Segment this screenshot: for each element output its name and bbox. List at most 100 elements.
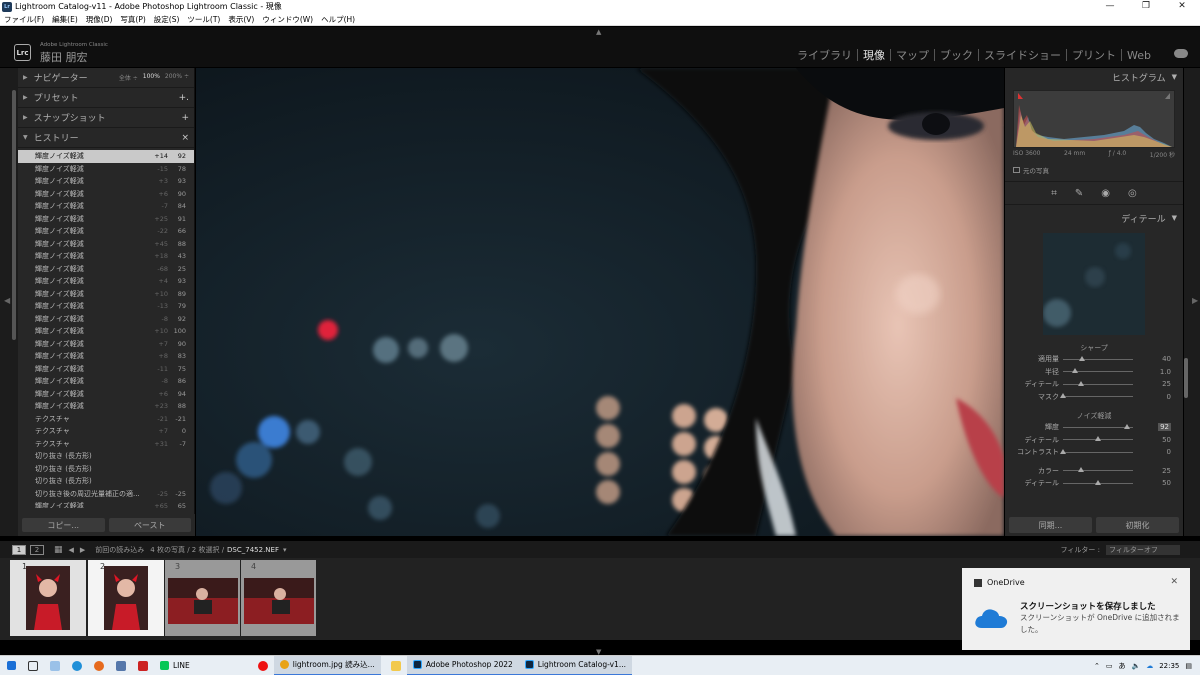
history-item[interactable]: 輝度ノイズ軽減 -11 75: [18, 363, 194, 376]
history-item[interactable]: 輝度ノイズ軽減 +8 83: [18, 350, 194, 363]
notification-center-icon[interactable]: ▤: [1185, 662, 1192, 670]
module-map[interactable]: マップ: [891, 47, 934, 63]
slider-handle[interactable]: [1060, 448, 1066, 454]
history-item[interactable]: 輝度ノイズ軽減 +7 90: [18, 338, 194, 351]
taskbar-chrome[interactable]: lightroom.jpg 読み込...: [273, 655, 381, 675]
minimize-button[interactable]: —: [1092, 0, 1128, 13]
feather-app-icon[interactable]: [110, 656, 132, 675]
slider-track[interactable]: [1060, 393, 1133, 399]
acrobat-icon[interactable]: [132, 656, 154, 675]
detail-preview[interactable]: [1043, 233, 1145, 335]
page-2-button[interactable]: 2: [30, 544, 44, 555]
notepad-icon[interactable]: [44, 656, 66, 675]
ime-icon[interactable]: あ: [1118, 661, 1125, 671]
cloud-sync-icon[interactable]: [1174, 49, 1188, 58]
close-button[interactable]: ✕: [1164, 0, 1200, 13]
filmstrip-thumb[interactable]: 1: [10, 560, 86, 636]
crop-icon[interactable]: ⌗: [1051, 188, 1057, 199]
slider-handle[interactable]: [1060, 393, 1066, 399]
history-item[interactable]: 輝度ノイズ軽減 +45 88: [18, 238, 194, 251]
original-photo-toggle[interactable]: 元の写真: [1013, 165, 1175, 175]
grid-icon[interactable]: ▦: [54, 545, 63, 555]
network-icon[interactable]: ▭: [1106, 662, 1113, 670]
history-item[interactable]: テクスチャ +7 0: [18, 425, 194, 438]
zoom-fit[interactable]: 全体 ÷: [119, 73, 138, 82]
reset-button[interactable]: 初期化: [1096, 517, 1179, 533]
slider-handle[interactable]: [1071, 368, 1078, 374]
slider-value[interactable]: 50: [1162, 436, 1171, 444]
copy-button[interactable]: コピー...: [22, 518, 105, 532]
masking-icon[interactable]: ◎: [1128, 188, 1137, 199]
slider-handle[interactable]: [1124, 423, 1131, 429]
menu-help[interactable]: ヘルプ(H): [317, 14, 359, 25]
history-item[interactable]: 輝度ノイズ軽減 +10 89: [18, 288, 194, 301]
filmstrip-thumb[interactable]: 3: [165, 560, 240, 636]
slider-handle[interactable]: [1077, 467, 1084, 473]
restore-button[interactable]: ❐: [1128, 0, 1164, 13]
start-icon[interactable]: [0, 656, 22, 675]
filter-select[interactable]: フィルターオフ: [1106, 544, 1180, 555]
slider-handle[interactable]: [1078, 355, 1085, 361]
slider-value[interactable]: 92: [1158, 423, 1171, 432]
menu-edit[interactable]: 編集(E): [48, 14, 82, 25]
presets-header[interactable]: ▶ プリセット +.: [18, 88, 194, 108]
history-item[interactable]: 輝度ノイズ軽減 +14 92: [18, 150, 194, 163]
filmstrip-thumb-selected[interactable]: 2: [88, 560, 164, 636]
history-item[interactable]: 輝度ノイズ軽減 +6 94: [18, 388, 194, 401]
close-icon[interactable]: ✕: [1170, 577, 1178, 587]
histogram-header[interactable]: ヒストグラム ▼: [1005, 68, 1183, 86]
red-eye-icon[interactable]: ◉: [1101, 188, 1110, 199]
slider-track[interactable]: [1063, 368, 1133, 374]
top-panel-toggle-icon[interactable]: ▲: [596, 28, 601, 36]
file-name[interactable]: DSC_7452.NEF: [227, 546, 279, 554]
volume-icon[interactable]: 🔈: [1131, 662, 1140, 670]
photo-canvas[interactable]: [196, 68, 1004, 536]
history-item[interactable]: テクスチャ +31 -7: [18, 438, 194, 451]
history-item[interactable]: 輝度ノイズ軽減 -8 86: [18, 375, 194, 388]
clear-history-button[interactable]: ×: [181, 133, 189, 143]
history-item[interactable]: 輝度ノイズ軽減 -8 92: [18, 313, 194, 326]
navigator-header[interactable]: ▶ ナビゲーター 全体 ÷ 100% 200% ÷: [18, 68, 194, 88]
onedrive-tray-icon[interactable]: ☁: [1146, 662, 1153, 670]
histogram-graph[interactable]: [1013, 90, 1175, 148]
back-arrow-icon[interactable]: ◀: [69, 546, 74, 554]
onedrive-notification[interactable]: OneDrive ✕ スクリーンショットを保存しました スクリーンショットが O…: [962, 568, 1190, 650]
history-item[interactable]: 切り抜き (長方形): [18, 450, 194, 463]
sync-button[interactable]: 同期...: [1009, 517, 1092, 533]
menu-window[interactable]: ウィンドウ(W): [258, 14, 317, 25]
module-book[interactable]: ブック: [935, 47, 978, 63]
explorer-icon[interactable]: [385, 656, 407, 675]
left-panel-toggle-icon[interactable]: ◀: [4, 296, 10, 305]
module-print[interactable]: プリント: [1067, 47, 1121, 63]
history-item[interactable]: 切り抜き (長方形): [18, 475, 194, 488]
page-1-button[interactable]: 1: [12, 544, 26, 555]
module-slideshow[interactable]: スライドショー: [979, 47, 1066, 63]
slider-value[interactable]: 25: [1162, 467, 1171, 475]
scrollbar[interactable]: [1184, 358, 1188, 398]
taskbar-photoshop[interactable]: Adobe Photoshop 2022: [406, 655, 519, 675]
history-item[interactable]: 輝度ノイズ軽減 +18 43: [18, 250, 194, 263]
right-panel-toggle-icon[interactable]: ▶: [1192, 296, 1198, 305]
menu-develop[interactable]: 現像(D): [82, 14, 117, 25]
history-item[interactable]: 輝度ノイズ軽減 +6 90: [18, 188, 194, 201]
paste-button[interactable]: ペースト: [108, 518, 191, 532]
slider-handle[interactable]: [1095, 436, 1101, 442]
detail-header[interactable]: ディテール ▼: [1005, 209, 1183, 227]
slider-track[interactable]: [1063, 467, 1133, 473]
add-snapshot-button[interactable]: +: [181, 113, 189, 123]
slider-track[interactable]: [1063, 355, 1133, 361]
history-item[interactable]: 輝度ノイズ軽減 -15 78: [18, 163, 194, 176]
menu-view[interactable]: 表示(V): [224, 14, 258, 25]
menu-photo[interactable]: 写真(P): [116, 14, 149, 25]
slider-track[interactable]: [1063, 423, 1133, 429]
slider-value[interactable]: 1.0: [1160, 368, 1171, 376]
chevron-down-icon[interactable]: ▾: [283, 546, 287, 554]
menu-file[interactable]: ファイル(F): [0, 14, 48, 25]
history-item[interactable]: 切り抜き (長方形): [18, 463, 194, 476]
slider-track[interactable]: [1063, 479, 1133, 485]
taskbar-lightroom[interactable]: Lightroom Catalog-v1...: [518, 655, 632, 675]
scrollbar[interactable]: [12, 90, 16, 340]
snapshots-header[interactable]: ▶ スナップショット +: [18, 108, 194, 128]
history-item[interactable]: 輝度ノイズ軽減 +65 65: [18, 500, 194, 508]
history-item[interactable]: 輝度ノイズ軽減 -68 25: [18, 263, 194, 276]
